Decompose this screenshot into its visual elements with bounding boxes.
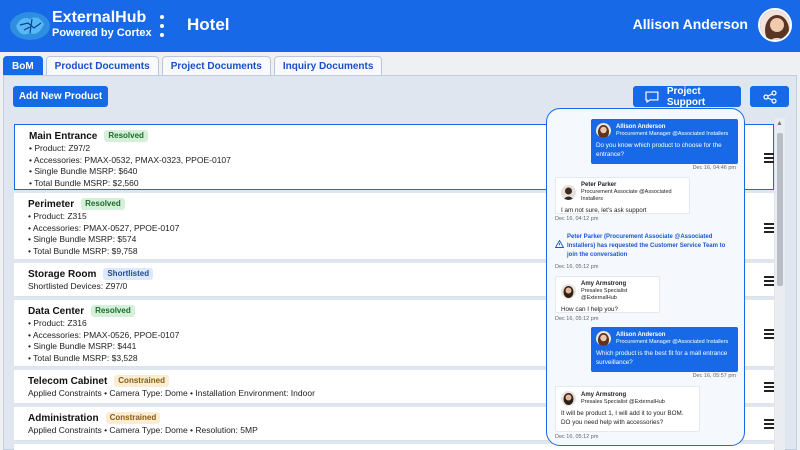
status-badge: Resolved — [104, 130, 148, 142]
more-menu-icon[interactable] — [158, 15, 166, 37]
warning-icon — [554, 239, 565, 248]
chat-bubble-icon — [645, 90, 659, 103]
chat-message: Amy Armstrong Presales Specialist @Extern… — [555, 276, 660, 313]
project-support-label: Project Support — [666, 85, 706, 108]
tab-inquiry-documents[interactable]: Inquiry Documents — [273, 56, 383, 76]
status-badge: Resolved — [81, 198, 125, 210]
message-text: I am not sure, let's ask support — [561, 207, 647, 214]
system-notice: Peter Parker (Procurement Associate @Ass… — [554, 233, 737, 260]
status-badge: Constrained — [105, 412, 161, 424]
menu-icon[interactable] — [764, 276, 774, 286]
user-name: Allison Anderson — [632, 16, 748, 32]
sender-name: Amy Armstrong — [581, 391, 627, 398]
sender-role: Procurement Manager @Associated Installe… — [616, 338, 729, 345]
chat-message: Peter Parker Procurement Associate @Assoc… — [555, 177, 690, 214]
menu-icon[interactable] — [764, 419, 774, 429]
menu-icon[interactable] — [764, 223, 774, 233]
item-title: Data Center — [28, 305, 85, 317]
status-badge: Constrained — [114, 375, 169, 387]
sender-role: Presales Specialist @ExternalHub — [581, 398, 665, 405]
item-title: Storage Room — [28, 268, 97, 280]
item-title: Main Entrance — [29, 130, 98, 142]
sender-role: Presales Specialist @ExternalHub — [581, 288, 628, 301]
tab-product-documents[interactable]: Product Documents — [45, 56, 159, 76]
brain-logo-icon — [10, 12, 50, 40]
status-badge: Resolved — [91, 305, 135, 317]
avatar — [561, 391, 576, 406]
chat-message: Amy Armstrong Presales Specialist @Extern… — [555, 386, 700, 432]
status-badge: Shortlisted — [103, 268, 154, 280]
sender-name: Allison Anderson — [616, 331, 666, 338]
share-button[interactable] — [750, 86, 789, 107]
menu-icon[interactable] — [764, 382, 774, 392]
brand-subtitle: Powered by Cortex — [52, 27, 152, 39]
add-new-product-button[interactable]: Add New Product — [13, 86, 108, 107]
page-title: Hotel — [187, 15, 230, 34]
avatar — [561, 284, 576, 299]
chat-message: Allison Anderson Procurement Manager @Ass… — [591, 119, 738, 164]
sender-name: Allison Anderson — [616, 123, 666, 130]
menu-icon[interactable] — [764, 153, 774, 163]
chat-message: Allison Anderson Procurement Manager @Ass… — [591, 327, 738, 372]
item-title: Administration — [28, 412, 99, 424]
user-avatar[interactable] — [758, 8, 792, 42]
avatar — [596, 123, 611, 138]
message-text: Do you know which product to choose for … — [596, 142, 722, 158]
timestamp: Dec 16, 05:12 pm — [555, 264, 599, 270]
message-text: How can I help you? — [561, 306, 619, 313]
sender-role: Procurement Associate @Associated Instal… — [581, 189, 672, 202]
brand: ExternalHub Powered by Cortex — [52, 10, 152, 40]
app-header: ExternalHub Powered by Cortex Hotel Alli… — [0, 0, 800, 52]
message-text: It will be product 1, I will add it to y… — [561, 410, 684, 426]
sender-name: Peter Parker — [581, 182, 617, 188]
timestamp: Dec 16, 04:12 pm — [555, 216, 599, 222]
tab-bar: BoM Product Documents Project Documents … — [3, 56, 385, 76]
share-icon — [762, 89, 777, 104]
tab-project-documents[interactable]: Project Documents — [161, 56, 271, 76]
item-title: Telecom Cabinet — [28, 375, 108, 387]
timestamp: Dec 16, 05:12 pm — [555, 434, 599, 440]
avatar — [596, 331, 611, 346]
scrollbar-thumb[interactable] — [777, 133, 783, 286]
project-support-chat: Allison Anderson Procurement Manager @Ass… — [546, 108, 745, 446]
timestamp: Dec 16, 04:46 pm — [692, 165, 736, 171]
scroll-up-icon[interactable]: ▲ — [776, 120, 783, 127]
timestamp: Dec 16, 05:12 pm — [555, 316, 599, 322]
message-text: Which product is the best fit for a mall… — [596, 350, 728, 366]
timestamp: Dec 16, 05:57 pm — [692, 373, 736, 379]
menu-icon[interactable] — [764, 329, 774, 339]
project-support-button[interactable]: Project Support — [633, 85, 741, 108]
avatar — [561, 185, 576, 200]
tab-bom[interactable]: BoM — [3, 56, 43, 76]
sender-role: Procurement Manager @Associated Installe… — [616, 130, 729, 137]
brand-name: ExternalHub — [52, 9, 147, 26]
item-title: Perimeter — [28, 198, 75, 210]
sender-name: Amy Armstrong — [581, 281, 627, 287]
